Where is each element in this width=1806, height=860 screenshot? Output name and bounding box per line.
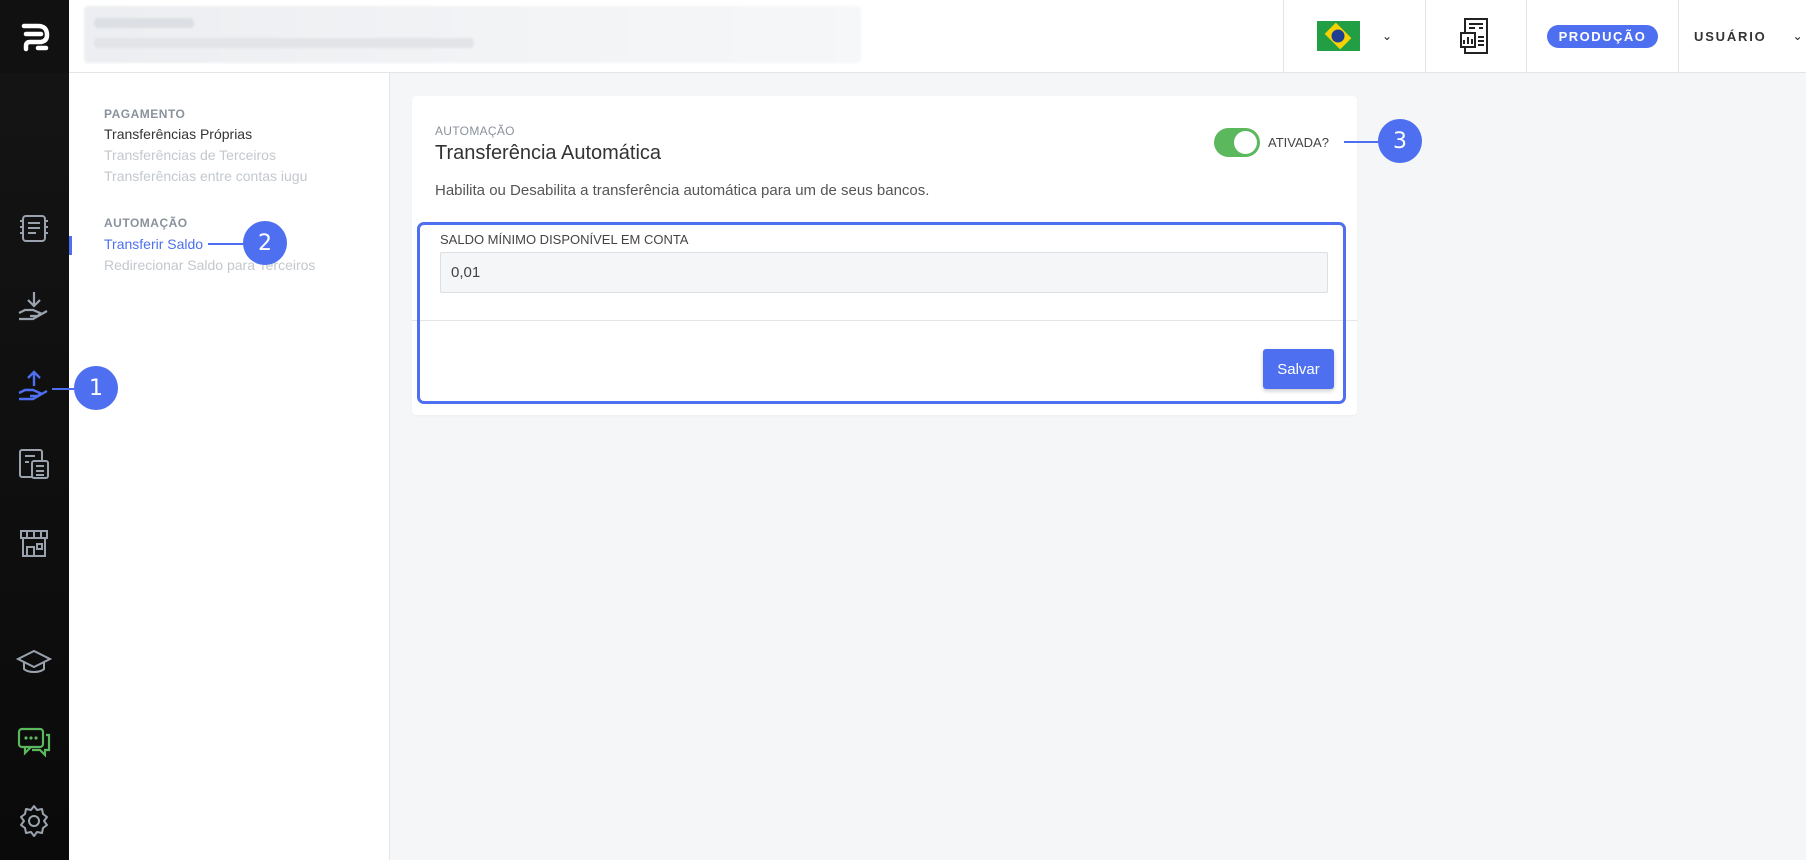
min-balance-input[interactable] — [440, 252, 1328, 293]
chat-support-icon[interactable] — [14, 723, 54, 763]
submenu-item-redirect-balance[interactable]: Redirecionar Saldo para Terceiros — [104, 257, 315, 273]
graduation-cap-icon[interactable] — [14, 643, 54, 683]
section-heading-pagamento: PAGAMENTO — [104, 107, 186, 121]
section-heading-automacao: AUTOMAÇÃO — [104, 216, 188, 230]
submenu-item-third-party-transfers[interactable]: Transferências de Terceiros — [104, 147, 276, 163]
reports-button[interactable] — [1425, 0, 1526, 72]
logo-icon — [21, 23, 49, 51]
brazil-flag-icon — [1316, 21, 1360, 51]
user-menu[interactable]: USUÁRIO ⌄ — [1678, 0, 1806, 72]
account-info-blurred — [84, 6, 861, 63]
transfers-submenu: PAGAMENTO Transferências Próprias Transf… — [69, 73, 390, 860]
callout-1: 1 — [74, 366, 118, 410]
send-money-icon[interactable] — [14, 367, 54, 407]
card-title: Transferência Automática — [435, 142, 662, 164]
active-item-marker — [69, 236, 72, 255]
receive-money-icon[interactable] — [14, 287, 54, 327]
activation-toggle[interactable] — [1214, 128, 1260, 157]
invoice-icon[interactable] — [14, 208, 54, 248]
callout-2: 2 — [243, 221, 287, 265]
callout-3: 3 — [1378, 119, 1422, 163]
report-document-icon — [1460, 18, 1488, 54]
submenu-item-transfer-balance[interactable]: Transferir Saldo — [104, 236, 203, 252]
top-bar: ⌄ PRODUÇÃO USUÁRIO ⌄ — [69, 0, 1806, 73]
card-description: Habilita ou Desabilita a transferência a… — [435, 182, 930, 199]
chevron-down-icon: ⌄ — [1792, 29, 1803, 43]
save-button[interactable]: Salvar — [1263, 349, 1334, 389]
toggle-knob — [1234, 131, 1257, 154]
card-eyebrow: AUTOMAÇÃO — [435, 124, 515, 138]
toggle-label: ATIVADA? — [1268, 135, 1329, 150]
card-divider — [412, 320, 1357, 321]
submenu-item-iugu-transfers[interactable]: Transferências entre contas iugu — [104, 168, 307, 184]
calculator-icon[interactable] — [14, 444, 54, 484]
chevron-down-icon: ⌄ — [1381, 29, 1393, 43]
submenu-item-own-transfers[interactable]: Transferências Próprias — [104, 126, 252, 142]
store-icon[interactable] — [14, 523, 54, 563]
language-selector[interactable]: ⌄ — [1283, 0, 1425, 72]
auto-transfer-card: AUTOMAÇÃO Transferência Automática Habil… — [412, 96, 1357, 415]
environment-indicator: PRODUÇÃO — [1526, 0, 1678, 72]
user-menu-label: USUÁRIO — [1694, 28, 1767, 44]
sidebar-rail — [0, 0, 69, 860]
callout-line-2 — [208, 243, 248, 245]
gear-icon[interactable] — [14, 801, 54, 841]
environment-badge: PRODUÇÃO — [1546, 24, 1659, 48]
min-balance-label: SALDO MÍNIMO DISPONÍVEL EM CONTA — [440, 232, 689, 247]
app-logo[interactable] — [0, 0, 69, 73]
